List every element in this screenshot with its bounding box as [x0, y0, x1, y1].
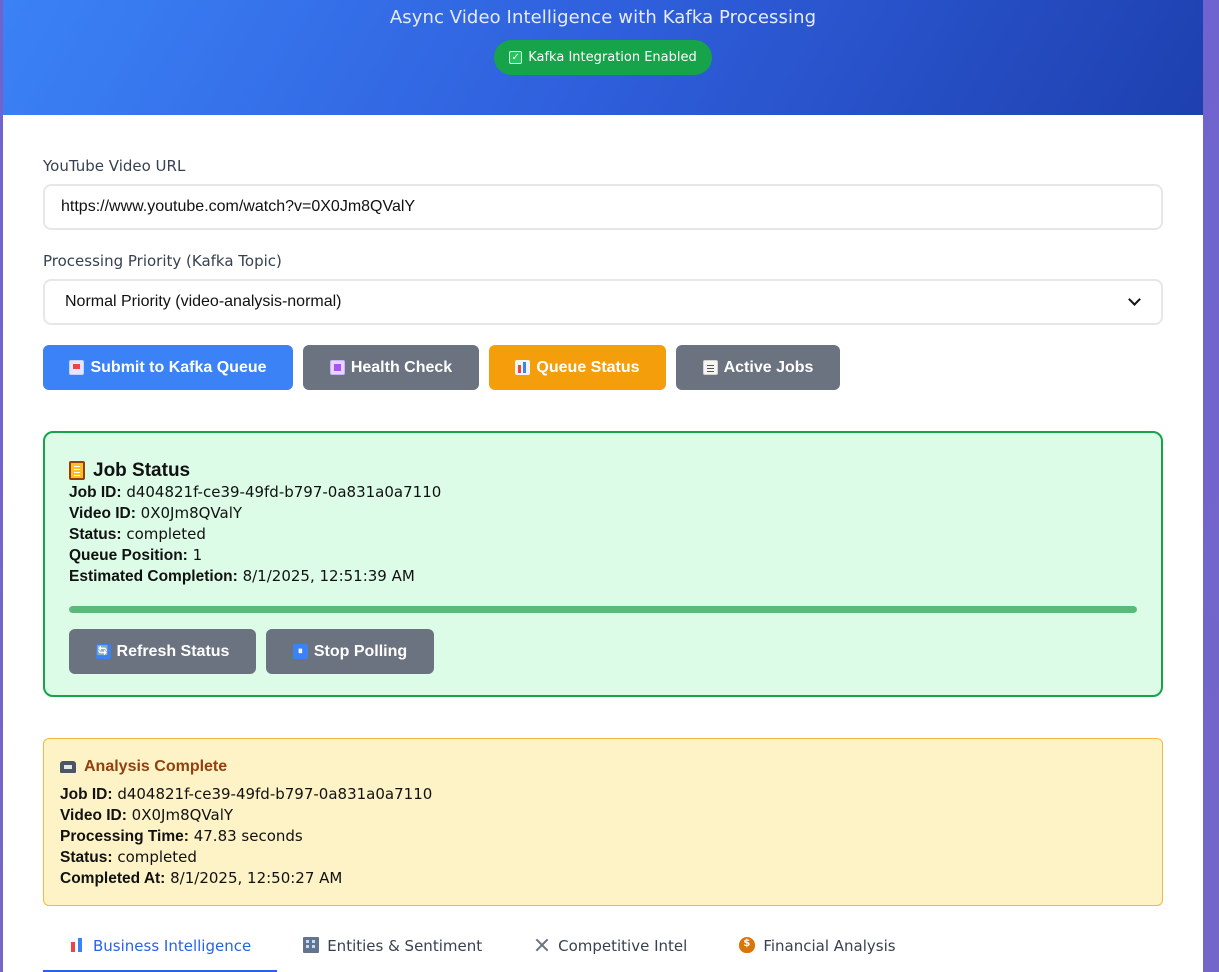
active-jobs-button[interactable]: Active Jobs [676, 345, 840, 390]
job-status-title: Job Status [69, 459, 1137, 482]
analysis-video-id-value: 0X0Jm8QValY [131, 806, 234, 824]
refresh-button-label: Refresh Status [116, 642, 230, 660]
stop-button-label: Stop Polling [313, 642, 408, 660]
analysis-job-id-row: Job ID: d404821f-ce39-49fd-b797-0a831a0a… [60, 784, 1146, 805]
job-buttons: 🔄 Refresh Status ⏸ Stop Polling [69, 629, 1137, 674]
tab-label: Entities & Sentiment [327, 937, 483, 955]
app-page: Async Video Intelligence with Kafka Proc… [3, 0, 1203, 972]
priority-selected-value: Normal Priority (video-analysis-normal) [65, 293, 342, 310]
kafka-badge-label: Kafka Integration Enabled [528, 50, 697, 65]
status-value: completed [126, 525, 206, 543]
estimated-completion-label: Estimated Completion: [69, 568, 238, 585]
bar-chart-icon [515, 360, 531, 375]
analysis-status-value: completed [117, 848, 197, 866]
job-id-row: Job ID: d404821f-ce39-49fd-b797-0a831a0a… [69, 482, 1137, 503]
analysis-status-label: Status: [60, 849, 113, 866]
processing-time-label: Processing Time: [60, 828, 189, 845]
bar-chart-icon [69, 937, 85, 953]
completed-at-value: 8/1/2025, 12:50:27 AM [170, 869, 343, 887]
queue-position-value: 1 [192, 546, 203, 564]
money-bag-icon [739, 937, 756, 953]
building-icon [303, 937, 320, 953]
inbox-tray-icon [69, 360, 85, 375]
estimated-completion-value: 8/1/2025, 12:51:39 AM [242, 567, 415, 585]
refresh-icon: 🔄 [95, 644, 111, 659]
tab-label: Competitive Intel [558, 937, 688, 955]
tab-label: Business Intelligence [93, 937, 252, 955]
analysis-heading: Analysis Complete [84, 758, 228, 775]
queue-position-label: Queue Position: [69, 547, 188, 564]
health-check-button[interactable]: Health Check [303, 345, 479, 390]
check-icon: ✓ [509, 51, 523, 64]
job-progress-bar [69, 606, 1137, 613]
analysis-video-id-row: Video ID: 0X0Jm8QValY [60, 805, 1146, 826]
job-status-heading: Job Status [93, 459, 191, 481]
job-id-value: d404821f-ce39-49fd-b797-0a831a0a7110 [126, 483, 442, 501]
health-button-label: Health Check [350, 358, 453, 376]
video-id-value: 0X0Jm8QValY [140, 504, 243, 522]
status-label: Status: [69, 526, 122, 543]
stop-polling-button[interactable]: ⏸ Stop Polling [266, 629, 434, 674]
telephone-icon [60, 761, 76, 773]
tab-entities-sentiment[interactable]: Entities & Sentiment [277, 932, 508, 972]
action-buttons: Submit to Kafka Queue Health Check Queue… [43, 345, 1163, 390]
crossed-swords-icon [534, 937, 550, 953]
priority-label: Processing Priority (Kafka Topic) [43, 252, 282, 270]
clipboard-icon [702, 360, 718, 375]
queue-button-label: Queue Status [536, 358, 640, 376]
main-content: YouTube Video URL Processing Priority (K… [3, 157, 1203, 972]
url-label: YouTube Video URL [43, 157, 186, 175]
tab-financial-analysis[interactable]: Financial Analysis [713, 932, 921, 972]
processing-time-row: Processing Time: 47.83 seconds [60, 826, 1146, 847]
status-row: Status: completed [69, 524, 1137, 545]
analysis-job-id-label: Job ID: [60, 786, 113, 803]
refresh-status-button[interactable]: 🔄 Refresh Status [69, 629, 256, 674]
analysis-job-id-value: d404821f-ce39-49fd-b797-0a831a0a7110 [117, 785, 433, 803]
page-subtitle: Async Video Intelligence with Kafka Proc… [389, 7, 817, 28]
video-id-label: Video ID: [69, 505, 136, 522]
tab-label: Financial Analysis [763, 937, 896, 955]
completed-at-row: Completed At: 8/1/2025, 12:50:27 AM [60, 868, 1146, 889]
job-status-card: Job Status Job ID: d404821f-ce39-49fd-b7… [43, 431, 1163, 697]
results-tabs: Business Intelligence Entities & Sentime… [43, 932, 1163, 972]
video-id-row: Video ID: 0X0Jm8QValY [69, 503, 1137, 524]
pause-icon: ⏸ [292, 644, 308, 659]
estimated-completion-row: Estimated Completion: 8/1/2025, 12:51:39… [69, 566, 1137, 587]
kafka-status-badge: ✓ Kafka Integration Enabled [494, 40, 712, 75]
job-id-label: Job ID: [69, 484, 122, 501]
job-progress-fill [69, 606, 1137, 613]
analysis-title: Analysis Complete [60, 757, 1146, 777]
tab-competitive-intel[interactable]: Competitive Intel [508, 932, 713, 972]
analysis-status-row: Status: completed [60, 847, 1146, 868]
chevron-down-icon [1128, 293, 1141, 306]
analysis-video-id-label: Video ID: [60, 807, 127, 824]
analysis-complete-card: Analysis Complete Job ID: d404821f-ce39-… [43, 738, 1163, 906]
processing-time-value: 47.83 seconds [193, 827, 303, 845]
submit-button-label: Submit to Kafka Queue [90, 358, 267, 376]
queue-status-button[interactable]: Queue Status [489, 345, 666, 390]
youtube-url-input[interactable] [43, 184, 1163, 230]
active-jobs-label: Active Jobs [723, 358, 814, 376]
priority-select[interactable]: Normal Priority (video-analysis-normal) [43, 279, 1163, 325]
clipboard-icon [69, 461, 85, 480]
queue-position-row: Queue Position: 1 [69, 545, 1137, 566]
header-banner: Async Video Intelligence with Kafka Proc… [3, 0, 1203, 115]
tab-business-intelligence[interactable]: Business Intelligence [43, 932, 278, 972]
health-icon [329, 360, 345, 375]
completed-at-label: Completed At: [60, 870, 166, 887]
submit-kafka-button[interactable]: Submit to Kafka Queue [43, 345, 293, 390]
